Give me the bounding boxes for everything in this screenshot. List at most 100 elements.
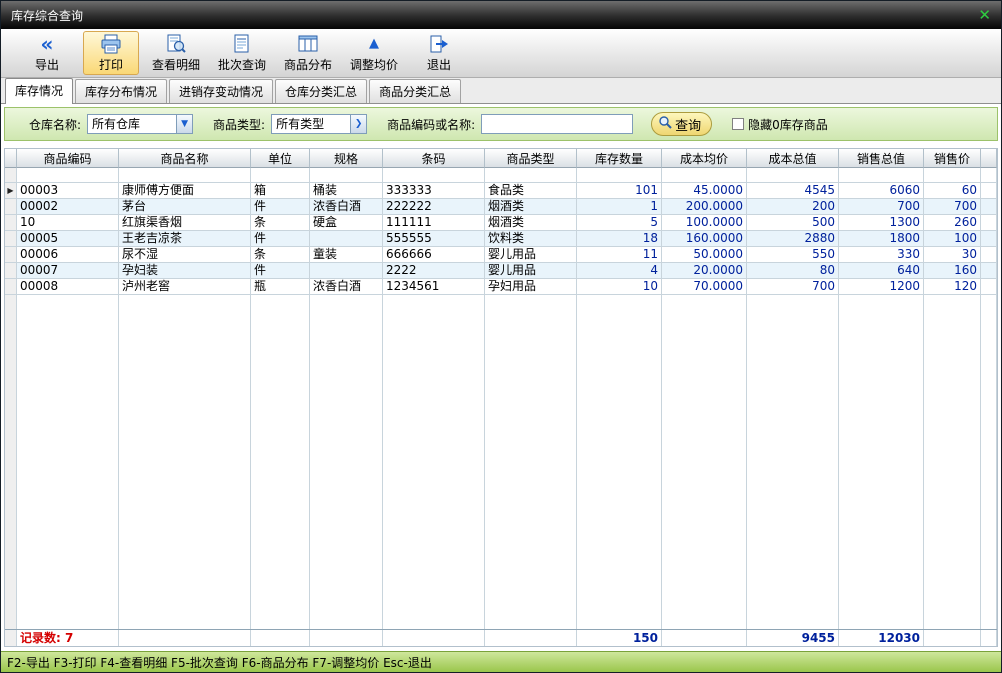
- cell: [747, 168, 839, 183]
- totals-indicator: [5, 630, 17, 646]
- cell: 食品类: [485, 183, 577, 199]
- header-filler: [981, 149, 997, 168]
- cell: 1300: [839, 215, 924, 231]
- export-button[interactable]: « 导出: [19, 31, 75, 75]
- tab-stock-status[interactable]: 库存情况: [5, 78, 74, 104]
- query-button-label: 查询: [675, 118, 702, 134]
- column-header[interactable]: 商品类型: [485, 149, 577, 168]
- record-count: 记录数: 7: [17, 630, 119, 646]
- query-button[interactable]: 查询: [651, 112, 713, 136]
- status-bar: F2-导出 F3-打印 F4-查看明细 F5-批次查询 F6-商品分布 F7-调…: [1, 651, 1001, 672]
- cell: 茅台: [119, 199, 251, 215]
- batch-query-button[interactable]: 批次查询: [213, 31, 271, 75]
- column-header[interactable]: 销售价: [924, 149, 981, 168]
- table-row[interactable]: 00007 孕妇装件 2222 婴儿用品 4 20.0000 80 640 160: [5, 263, 997, 279]
- print-button[interactable]: 打印: [83, 31, 139, 75]
- cell-filler: [981, 247, 997, 263]
- column-header[interactable]: 条码: [383, 149, 485, 168]
- column-header[interactable]: 成本总值: [747, 149, 839, 168]
- tab-stock-distribution[interactable]: 库存分布情况: [75, 79, 168, 103]
- chevron-down-icon: ▼: [176, 115, 193, 133]
- cell: 烟酒类: [485, 215, 577, 231]
- cell: 45.0000: [662, 183, 747, 199]
- close-icon[interactable]: ✕: [978, 7, 991, 23]
- toolbar-button-label: 批次查询: [218, 57, 267, 72]
- cell: 260: [924, 215, 981, 231]
- grid-filler: [5, 295, 997, 629]
- cell: 10: [577, 279, 662, 295]
- cell: 11: [577, 247, 662, 263]
- cell: 件: [251, 263, 310, 279]
- cell: 50.0000: [662, 247, 747, 263]
- column-header[interactable]: 成本均价: [662, 149, 747, 168]
- cell: [119, 295, 251, 629]
- column-header[interactable]: 单位: [251, 149, 310, 168]
- table-row[interactable]: 00005 王老吉凉茶件 555555 饮料类 18 160.0000 2880 1800 10…: [5, 231, 997, 247]
- tab-product-summary[interactable]: 商品分类汇总: [369, 79, 462, 103]
- row-indicator: ▶: [5, 183, 17, 199]
- cell: 2880: [747, 231, 839, 247]
- cell: 200: [747, 199, 839, 215]
- cell: 条: [251, 215, 310, 231]
- total-cost-value: 9455: [747, 630, 839, 646]
- cell: [17, 295, 119, 629]
- column-header[interactable]: 商品编码: [17, 149, 119, 168]
- cell: 160: [924, 263, 981, 279]
- cell: [310, 295, 383, 629]
- keyword-input[interactable]: [481, 114, 634, 134]
- totals-cell: [119, 630, 251, 646]
- toolbar: « 导出 打印 查看明细 批次查询 商品分布 ▲ 调整均价 退出: [1, 29, 1001, 78]
- cell: 1800: [839, 231, 924, 247]
- column-header[interactable]: 库存数量: [577, 149, 662, 168]
- table-row[interactable]: 00008 泸州老窖瓶浓香白酒 1234561 孕妇用品 10 70.0000 700 120…: [5, 279, 997, 295]
- exit-icon: [428, 34, 450, 55]
- cell-filler: [981, 215, 997, 231]
- cell: 孕妇用品: [485, 279, 577, 295]
- cell: 4: [577, 263, 662, 279]
- totals-cell: [383, 630, 485, 646]
- column-header[interactable]: 商品名称: [119, 149, 251, 168]
- table-row[interactable]: 00002 茅台件浓香白酒 222222 烟酒类 1 200.0000 200 700 700: [5, 199, 997, 215]
- hide-zero-stock-checkbox[interactable]: [732, 118, 745, 130]
- cell: [924, 295, 981, 629]
- view-detail-button[interactable]: 查看明细: [147, 31, 205, 75]
- inventory-grid: 商品编码 商品名称 单位 规格 条码 商品类型 库存数量 成本均价 成本总值 销…: [4, 148, 998, 647]
- table-row[interactable]: 10 红旗渠香烟条硬盒 111111 烟酒类 5 100.0000 500 1300 260: [5, 215, 997, 231]
- cell: 00005: [17, 231, 119, 247]
- tab-movement[interactable]: 进销存变动情况: [169, 79, 274, 103]
- toolbar-button-label: 调整均价: [350, 57, 399, 72]
- cell: 60: [924, 183, 981, 199]
- cell: [924, 168, 981, 183]
- cell: [310, 231, 383, 247]
- distribution-icon: [297, 34, 319, 55]
- cell: 1200: [839, 279, 924, 295]
- warehouse-label: 仓库名称:: [29, 117, 82, 132]
- cell: 500: [747, 215, 839, 231]
- column-header[interactable]: 规格: [310, 149, 383, 168]
- cell: 30: [924, 247, 981, 263]
- cell: 婴儿用品: [485, 263, 577, 279]
- exit-button[interactable]: 退出: [411, 31, 467, 75]
- chevron-down-icon: ❯: [350, 115, 367, 133]
- table-row[interactable]: 00006 尿不湿条童装 666666 婴儿用品 11 50.0000 550 330 30: [5, 247, 997, 263]
- table-row[interactable]: ▶ 00003 康师傅方便面箱桶装 333333 食品类 101 45.0000 4545 60…: [5, 183, 997, 199]
- adjust-price-button[interactable]: ▲ 调整均价: [345, 31, 403, 75]
- cell: 条: [251, 247, 310, 263]
- cell: 00006: [17, 247, 119, 263]
- cell: 硬盒: [310, 215, 383, 231]
- cell: 孕妇装: [119, 263, 251, 279]
- cell: 件: [251, 199, 310, 215]
- product-type-select[interactable]: 所有类型 ❯: [271, 114, 368, 134]
- cell: 童装: [310, 247, 383, 263]
- warehouse-select[interactable]: 所有仓库 ▼: [87, 114, 194, 134]
- cell: 00002: [17, 199, 119, 215]
- distribution-button[interactable]: 商品分布: [279, 31, 337, 75]
- column-header[interactable]: 销售总值: [839, 149, 924, 168]
- cell-filler: [981, 183, 997, 199]
- tab-warehouse-summary[interactable]: 仓库分类汇总: [275, 79, 368, 103]
- cell: 红旗渠香烟: [119, 215, 251, 231]
- cell: 222222: [383, 199, 485, 215]
- totals-cell: [485, 630, 577, 646]
- cell: 1234561: [383, 279, 485, 295]
- cell: [251, 168, 310, 183]
